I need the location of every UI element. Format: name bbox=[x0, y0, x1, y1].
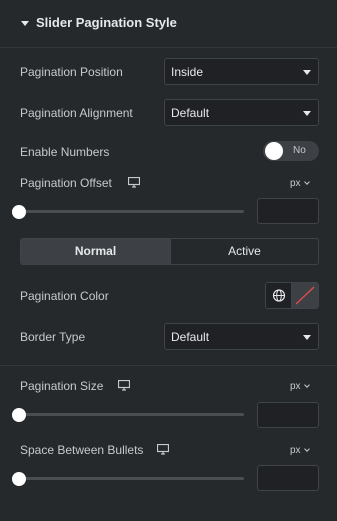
unit-label: px bbox=[290, 381, 301, 392]
pagination-size-label: Pagination Size bbox=[20, 379, 104, 393]
pagination-offset-input[interactable] bbox=[257, 198, 319, 224]
space-between-bullets-slider-thumb[interactable] bbox=[12, 472, 26, 486]
pagination-offset-unit-select[interactable]: px bbox=[290, 178, 310, 189]
pagination-offset-label: Pagination Offset bbox=[20, 176, 112, 190]
chevron-down-icon bbox=[303, 446, 310, 452]
pagination-size-slider-thumb[interactable] bbox=[12, 408, 26, 422]
enable-numbers-label: Enable Numbers bbox=[20, 145, 110, 159]
pagination-offset-slider-thumb[interactable] bbox=[12, 205, 26, 219]
pagination-size-unit-select[interactable]: px bbox=[290, 381, 310, 392]
toggle-text: No bbox=[293, 145, 306, 156]
caret-down-icon bbox=[21, 21, 29, 26]
border-type-select[interactable]: Default bbox=[164, 323, 319, 350]
desktop-icon[interactable] bbox=[118, 380, 130, 391]
chevron-down-icon bbox=[303, 179, 310, 185]
chevron-down-icon bbox=[303, 111, 311, 116]
pagination-color-control bbox=[265, 282, 319, 309]
pagination-position-label: Pagination Position bbox=[20, 65, 123, 79]
slash-icon bbox=[295, 286, 315, 305]
space-between-bullets-unit-select[interactable]: px bbox=[290, 445, 310, 456]
border-type-label: Border Type bbox=[20, 330, 86, 344]
pagination-alignment-select[interactable]: Default bbox=[164, 99, 319, 126]
pagination-offset-slider-track[interactable] bbox=[20, 210, 244, 213]
section-header[interactable]: Slider Pagination Style bbox=[0, 0, 337, 48]
global-colors-button[interactable] bbox=[266, 283, 292, 308]
unit-label: px bbox=[290, 445, 301, 456]
color-swatch-button[interactable] bbox=[292, 283, 318, 308]
chevron-down-icon bbox=[303, 335, 311, 340]
desktop-icon[interactable] bbox=[128, 177, 140, 188]
section-title: Slider Pagination Style bbox=[36, 15, 177, 30]
pagination-alignment-label: Pagination Alignment bbox=[20, 106, 133, 120]
tab-normal[interactable]: Normal bbox=[21, 239, 170, 264]
pagination-alignment-value: Default bbox=[171, 106, 210, 120]
pagination-position-select[interactable]: Inside bbox=[164, 58, 319, 85]
tab-active[interactable]: Active bbox=[170, 239, 318, 264]
chevron-down-icon bbox=[303, 382, 310, 388]
pagination-position-value: Inside bbox=[171, 65, 204, 79]
section-divider bbox=[0, 365, 337, 366]
pagination-size-slider-track[interactable] bbox=[20, 413, 244, 416]
toggle-knob bbox=[265, 142, 283, 160]
enable-numbers-toggle[interactable]: No bbox=[263, 141, 319, 161]
state-tabs: Normal Active bbox=[20, 238, 319, 265]
space-between-bullets-label: Space Between Bullets bbox=[20, 443, 144, 457]
desktop-icon[interactable] bbox=[157, 444, 169, 455]
border-type-value: Default bbox=[171, 330, 210, 344]
unit-label: px bbox=[290, 178, 301, 189]
space-between-bullets-input[interactable] bbox=[257, 465, 319, 491]
chevron-down-icon bbox=[303, 70, 311, 75]
space-between-bullets-slider-track[interactable] bbox=[20, 477, 244, 480]
pagination-color-label: Pagination Color bbox=[20, 289, 109, 303]
globe-icon bbox=[272, 289, 286, 302]
pagination-size-input[interactable] bbox=[257, 402, 319, 428]
